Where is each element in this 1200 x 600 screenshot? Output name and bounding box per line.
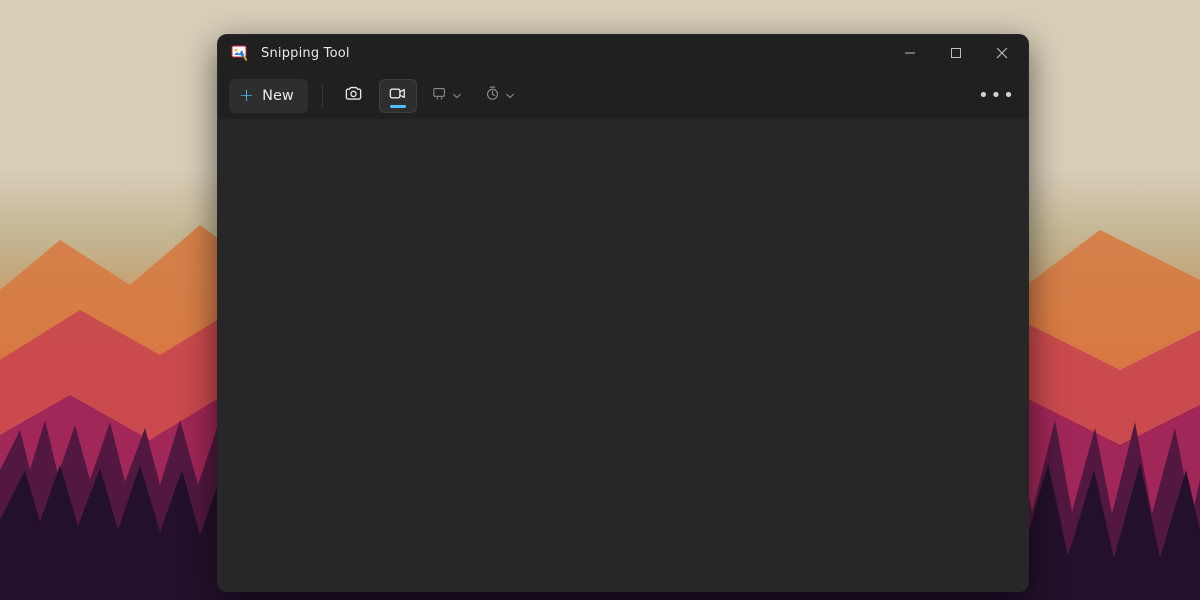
more-icon: •••: [978, 87, 1016, 105]
video-mode-button[interactable]: [379, 79, 417, 113]
minimize-button[interactable]: [887, 34, 933, 72]
camera-icon: [344, 84, 363, 107]
snip-mode-icon: [431, 85, 448, 106]
snipping-tool-window: Snipping Tool + New: [217, 34, 1029, 592]
new-button-label: New: [262, 88, 294, 104]
capture-canvas-empty: [217, 120, 1029, 592]
desktop-wallpaper: Snipping Tool + New: [0, 0, 1200, 600]
more-options-button[interactable]: •••: [977, 79, 1017, 113]
chevron-down-icon: [505, 86, 515, 105]
snipping-tool-app-icon: [231, 45, 247, 61]
delay-icon: [484, 85, 501, 106]
close-button[interactable]: [979, 34, 1025, 72]
screenshot-mode-button[interactable]: [335, 79, 373, 113]
window-title: Snipping Tool: [261, 46, 350, 61]
chevron-down-icon: [452, 86, 462, 105]
delay-dropdown[interactable]: [476, 79, 523, 113]
titlebar[interactable]: Snipping Tool: [217, 34, 1029, 72]
plus-icon: +: [239, 87, 254, 105]
toolbar: + New: [217, 72, 1029, 120]
new-snip-button[interactable]: + New: [229, 79, 308, 113]
active-mode-indicator: [390, 105, 406, 108]
snip-shape-dropdown[interactable]: [423, 79, 470, 113]
maximize-button[interactable]: [933, 34, 979, 72]
toolbar-divider: [322, 84, 323, 108]
